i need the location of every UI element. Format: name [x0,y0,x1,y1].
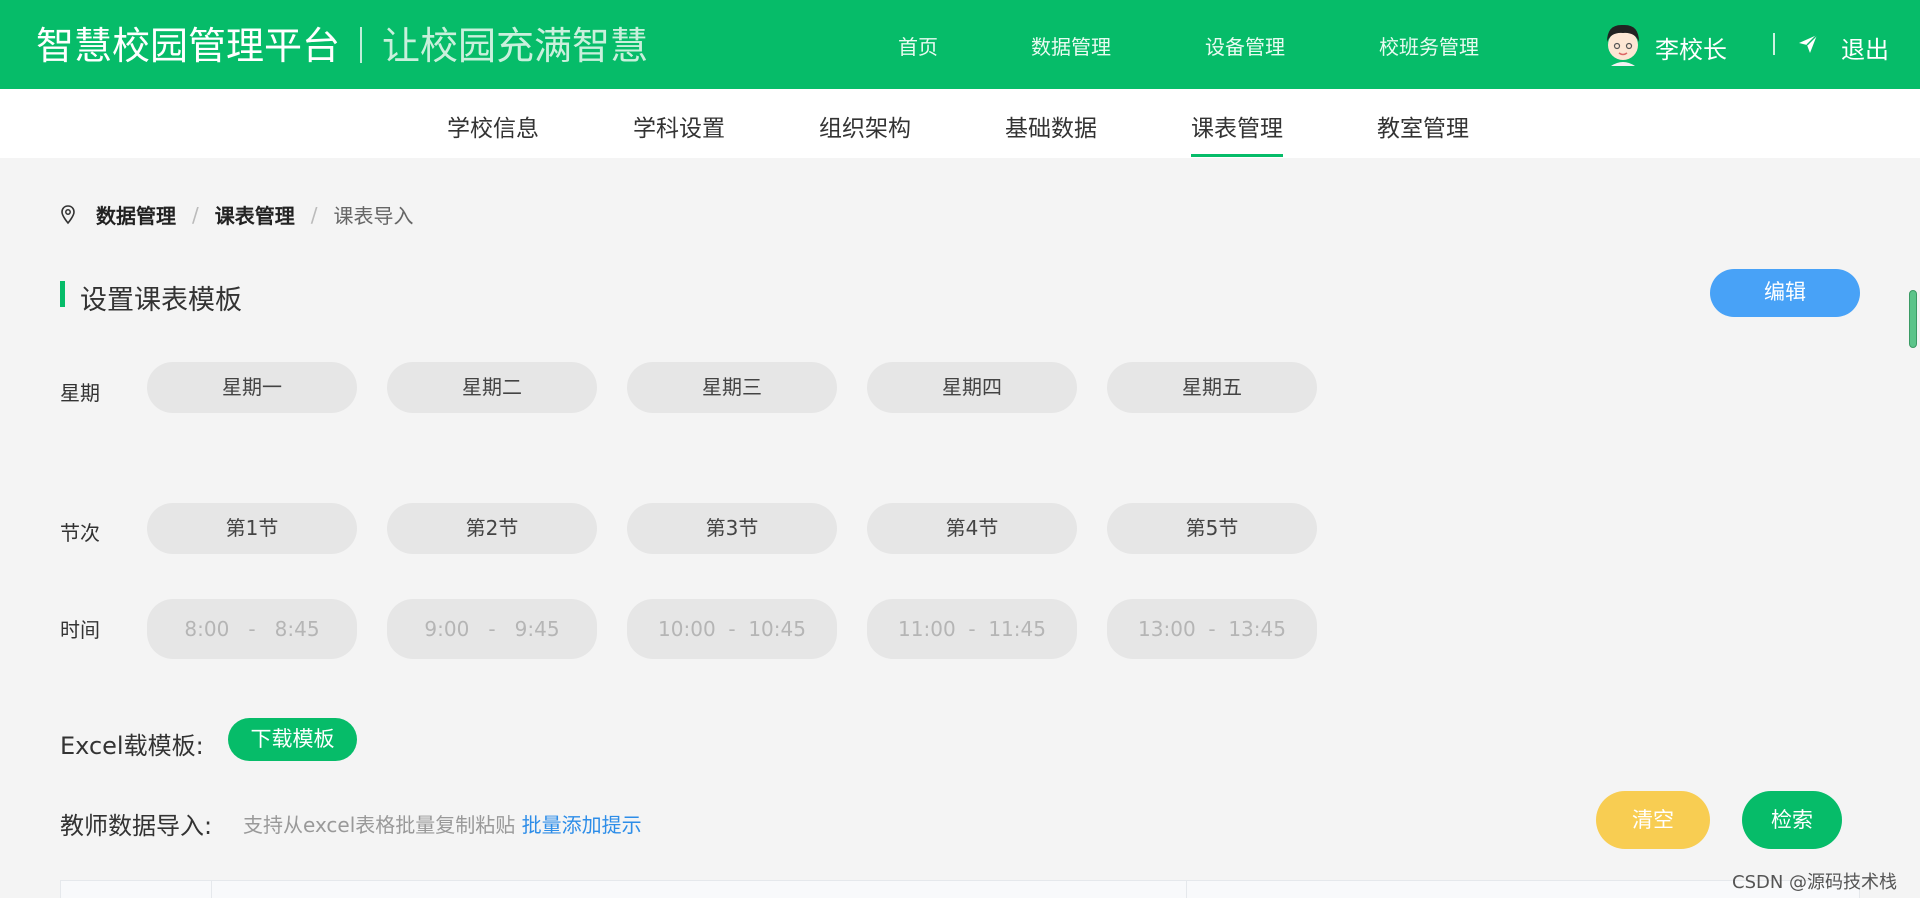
period-label: 节次 [60,521,100,545]
breadcrumb: 数据管理 / 课表管理 / 课表导入 [60,200,414,229]
scrollbar-thumb[interactable] [1909,290,1917,348]
weekday-pill[interactable]: 星期三 [627,362,837,413]
time-input[interactable]: 13:00 - 13:45 [1107,599,1317,659]
weekday-pill[interactable]: 星期二 [387,362,597,413]
tab-subject-settings[interactable]: 学科设置 [633,109,725,157]
watermark: CSDN @源码技术栈 [1732,872,1898,893]
time-label: 时间 [60,618,100,642]
excel-template-label: Excel载模板: [60,732,204,760]
breadcrumb-data-management[interactable]: 数据管理 [96,200,176,229]
teacher-import-label: 教师数据导入: [60,812,213,840]
time-input[interactable]: 9:00 - 9:45 [387,599,597,659]
top-nav-home[interactable]: 首页 [898,31,938,60]
weekday-pill[interactable]: 星期五 [1107,362,1317,413]
table-column-divider [1186,881,1187,898]
logout-button[interactable]: 退出 [1841,30,1889,65]
period-pill[interactable]: 第3节 [627,503,837,554]
brand-divider [360,27,363,63]
period-pill[interactable]: 第5节 [1107,503,1317,554]
tab-school-info[interactable]: 学校信息 [447,109,539,157]
import-hint-text: 支持从excel表格批量复制粘贴 [243,813,516,837]
time-input[interactable]: 8:00 - 8:45 [147,599,357,659]
tab-basic-data[interactable]: 基础数据 [1005,109,1097,157]
breadcrumb-timetable-management[interactable]: 课表管理 [215,200,295,229]
batch-add-tip-link[interactable]: 批量添加提示 [522,813,642,837]
tab-org-structure[interactable]: 组织架构 [819,109,911,157]
header-divider [1773,33,1775,55]
period-pill[interactable]: 第1节 [147,503,357,554]
top-nav-device[interactable]: 设备管理 [1205,31,1285,60]
import-table [60,880,1860,898]
download-template-button[interactable]: 下载模板 [228,718,357,761]
location-pin-icon [61,204,75,224]
breadcrumb-separator: / [192,202,199,227]
paper-plane-icon[interactable] [1797,33,1819,55]
avatar[interactable] [1601,20,1645,66]
time-input[interactable]: 10:00 - 10:45 [627,599,837,659]
breadcrumb-separator: / [310,202,318,227]
section-accent-bar [60,281,65,307]
clear-button[interactable]: 清空 [1596,791,1710,849]
time-input[interactable]: 11:00 - 11:45 [867,599,1077,659]
tab-timetable[interactable]: 课表管理 [1191,109,1283,157]
breadcrumb-current: 课表导入 [333,204,414,228]
search-button[interactable]: 检索 [1742,791,1842,849]
weekday-label: 星期 [60,381,100,405]
top-nav-class-affairs[interactable]: 校班务管理 [1379,31,1479,60]
period-pill[interactable]: 第2节 [387,503,597,554]
sub-nav: 学校信息 学科设置 组织架构 基础数据 课表管理 教室管理 [0,89,1920,158]
brand: 智慧校园管理平台 让校园充满智慧 [36,22,648,70]
table-column-divider [211,881,212,898]
import-hint: 支持从excel表格批量复制粘贴 批量添加提示 [243,809,642,838]
period-pill[interactable]: 第4节 [867,503,1077,554]
top-nav-data[interactable]: 数据管理 [1031,31,1111,60]
tab-classroom[interactable]: 教室管理 [1377,109,1469,157]
weekday-pill[interactable]: 星期四 [867,362,1077,413]
top-header: 智慧校园管理平台 让校园充满智慧 首页 数据管理 设备管理 校班务管理 李校长 退… [0,0,1920,89]
brand-title: 智慧校园管理平台 [36,24,341,68]
brand-slogan: 让校园充满智慧 [382,24,649,68]
user-name[interactable]: 李校长 [1655,30,1727,65]
weekday-pill[interactable]: 星期一 [147,362,357,413]
edit-button[interactable]: 编辑 [1710,269,1860,317]
section-title: 设置课表模板 [80,285,242,316]
